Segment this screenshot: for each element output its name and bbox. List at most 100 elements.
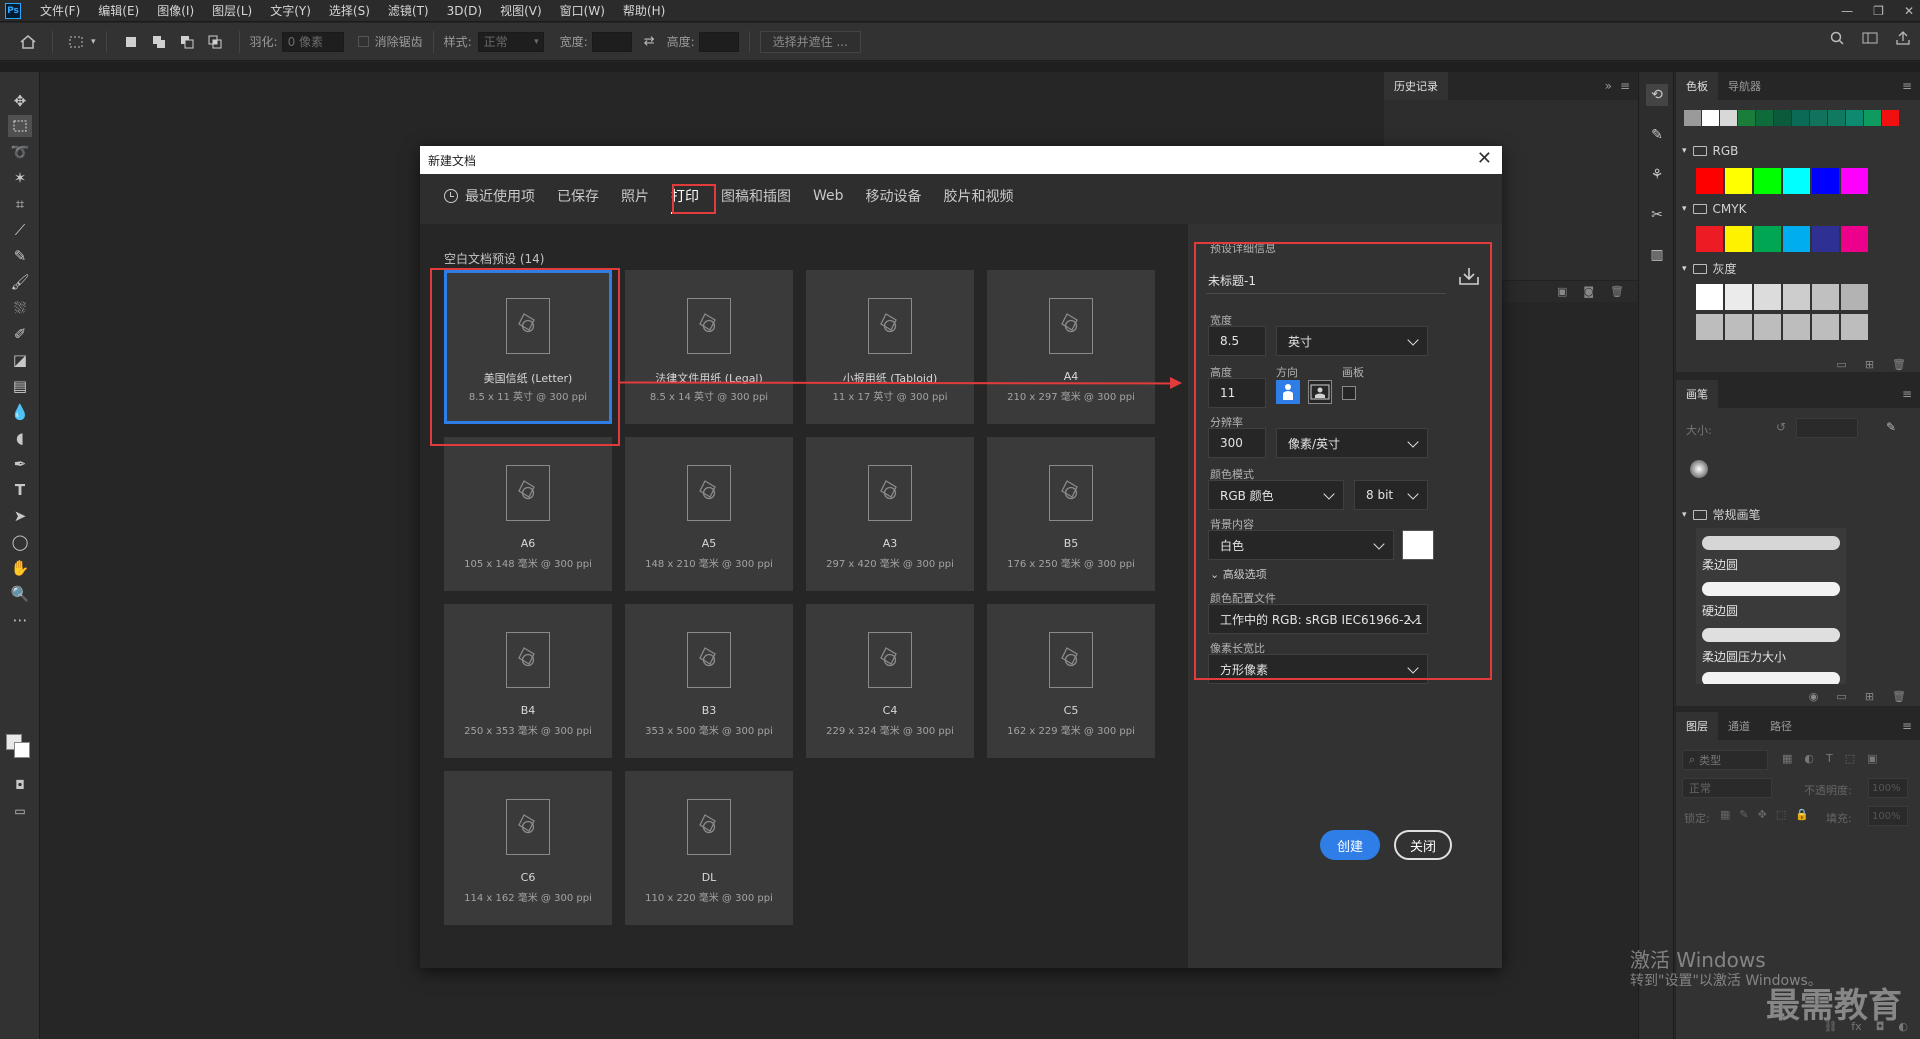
color-swatch[interactable] xyxy=(1864,110,1881,126)
toggle-preview-icon[interactable]: ◉ xyxy=(1809,690,1819,703)
menu-image[interactable]: 图像(I) xyxy=(148,2,203,19)
ellipse-tool-icon[interactable]: ◯ xyxy=(8,531,32,553)
color-swatch[interactable] xyxy=(1812,168,1839,194)
stamp-tool-icon[interactable]: ⛆ xyxy=(8,297,32,319)
history-brush-icon[interactable]: ✐ xyxy=(8,323,32,345)
color-swatch[interactable] xyxy=(1725,226,1752,252)
fill-input[interactable]: 100% xyxy=(1868,806,1908,826)
screen-mode-icon[interactable]: ▭ xyxy=(8,800,32,822)
eyedropper-icon[interactable]: ⟋ xyxy=(8,219,32,241)
menu-view[interactable]: 视图(V) xyxy=(491,2,551,19)
type-filter-icon[interactable]: T xyxy=(1826,752,1833,765)
menu-edit[interactable]: 编辑(E) xyxy=(89,2,148,19)
color-swatch[interactable] xyxy=(1720,110,1737,126)
antialias-checkbox[interactable] xyxy=(357,36,369,47)
color-swatch[interactable] xyxy=(1702,110,1719,126)
hand-tool-icon[interactable]: ✋ xyxy=(8,557,32,579)
preset-card[interactable]: B5 176 x 250 毫米 @ 300 ppi xyxy=(987,437,1155,591)
menu-layer[interactable]: 图层(L) xyxy=(203,2,261,19)
history-panel-icon[interactable]: ⟲ xyxy=(1646,84,1668,106)
feather-input[interactable]: 0 像素 xyxy=(281,31,344,52)
preset-card[interactable]: A3 297 x 420 毫米 @ 300 ppi xyxy=(806,437,974,591)
workspace-icon[interactable] xyxy=(1862,31,1878,48)
menu-3d[interactable]: 3D(D) xyxy=(438,4,491,18)
panel-menu-icon[interactable]: ≡ xyxy=(1902,79,1912,93)
preset-card[interactable]: A5 148 x 210 毫米 @ 300 ppi xyxy=(625,437,793,591)
menu-select[interactable]: 选择(S) xyxy=(320,2,379,19)
snapshot-camera-icon[interactable]: ◙ xyxy=(1583,285,1594,298)
zoom-tool-icon[interactable]: 🔍 xyxy=(8,583,32,605)
color-swatch[interactable] xyxy=(1783,284,1810,310)
close-icon[interactable]: ✕ xyxy=(1477,150,1492,168)
add-icon[interactable]: ⊞ xyxy=(1865,690,1874,703)
adjustment-filter-icon[interactable]: ◐ xyxy=(1804,752,1814,765)
color-swatch[interactable] xyxy=(1684,110,1701,126)
subtract-selection-icon[interactable] xyxy=(177,32,197,52)
color-swatch[interactable] xyxy=(1754,284,1781,310)
preset-card[interactable]: DL 110 x 220 毫米 @ 300 ppi xyxy=(625,771,793,925)
close-button[interactable]: 关闭 xyxy=(1394,830,1452,860)
preset-card[interactable]: B4 250 x 353 毫米 @ 300 ppi xyxy=(444,604,612,758)
color-swatch[interactable] xyxy=(1810,110,1827,126)
panel-menu-icon[interactable]: ≡ xyxy=(1902,719,1912,733)
tab-recent[interactable]: 最近使用项 xyxy=(444,174,535,218)
add-icon[interactable]: ⊞ xyxy=(1865,358,1874,372)
type-tool-icon[interactable]: T xyxy=(8,479,32,501)
tab-channels[interactable]: 通道 xyxy=(1718,712,1760,740)
color-swatch[interactable] xyxy=(1882,110,1899,126)
color-swatch[interactable] xyxy=(1696,284,1723,310)
tab-navigator[interactable]: 导航器 xyxy=(1718,72,1771,100)
dodge-tool-icon[interactable]: ◖ xyxy=(8,427,32,449)
minimize-button[interactable]: — xyxy=(1841,4,1853,18)
brush-item[interactable]: 柔边圆 xyxy=(1696,528,1846,574)
style-select[interactable]: 正常 ▾ xyxy=(477,31,544,52)
menu-filter[interactable]: 滤镜(T) xyxy=(379,2,438,19)
marquee-preset-icon[interactable] xyxy=(67,32,87,52)
share-icon[interactable] xyxy=(1896,31,1910,48)
tab-art-illustration[interactable]: 图稿和插图 xyxy=(721,174,791,218)
menu-help[interactable]: 帮助(H) xyxy=(614,2,674,19)
select-and-mask-button[interactable]: 选择并遮住 ... xyxy=(759,30,861,53)
preset-card[interactable]: C5 162 x 229 毫米 @ 300 ppi xyxy=(987,604,1155,758)
color-swatch[interactable] xyxy=(1846,110,1863,126)
swatch-group-gray[interactable]: ▾ 灰度 xyxy=(1682,260,1737,277)
color-swatch[interactable] xyxy=(1725,168,1752,194)
menu-window[interactable]: 窗口(W) xyxy=(551,2,614,19)
marquee-tool-icon[interactable] xyxy=(8,115,32,137)
lasso-tool-icon[interactable]: ➰ xyxy=(8,141,32,163)
color-swatch[interactable] xyxy=(1754,226,1781,252)
search-icon[interactable] xyxy=(1830,31,1844,48)
lock-position-icon[interactable]: ✥ xyxy=(1758,808,1767,821)
color-swatch[interactable] xyxy=(1774,110,1791,126)
layer-kind-filter[interactable]: ⌕ 类型 xyxy=(1682,750,1768,770)
new-document-from-state-icon[interactable]: ▣ xyxy=(1557,285,1567,298)
swap-icon[interactable]: ⇄ xyxy=(644,34,655,49)
pen-tool-icon[interactable]: ✒ xyxy=(8,453,32,475)
preset-card[interactable]: C4 229 x 324 毫米 @ 300 ppi xyxy=(806,604,974,758)
blur-tool-icon[interactable]: 💧 xyxy=(8,401,32,423)
color-swatch[interactable] xyxy=(1812,314,1839,340)
brush-size-input[interactable] xyxy=(1796,418,1858,438)
preset-card[interactable]: 法律文件用纸 (Legal) 8.5 x 14 英寸 @ 300 ppi xyxy=(625,270,793,424)
chevron-down-icon[interactable]: ▾ xyxy=(91,37,96,47)
color-swatch[interactable] xyxy=(1738,110,1755,126)
color-swatch[interactable] xyxy=(1841,168,1868,194)
shape-filter-icon[interactable]: ⬚ xyxy=(1845,752,1855,765)
height-input[interactable] xyxy=(698,31,739,52)
color-swatch[interactable] xyxy=(1812,284,1839,310)
tab-layers[interactable]: 图层 xyxy=(1676,712,1718,740)
tab-paths[interactable]: 路径 xyxy=(1760,712,1802,740)
tab-mobile[interactable]: 移动设备 xyxy=(866,174,922,218)
color-swatch[interactable] xyxy=(1696,314,1723,340)
preset-card[interactable]: B3 353 x 500 毫米 @ 300 ppi xyxy=(625,604,793,758)
tab-brushes[interactable]: 画笔 xyxy=(1676,380,1718,408)
swatch-group-cmyk[interactable]: ▾ CMYK xyxy=(1682,202,1746,216)
smart-filter-icon[interactable]: ▣ xyxy=(1867,752,1877,765)
intersect-selection-icon[interactable] xyxy=(205,32,225,52)
swatch-group-rgb[interactable]: ▾ RGB xyxy=(1682,144,1738,158)
brush-item[interactable]: 柔边圆压力大小 xyxy=(1696,620,1846,666)
magic-wand-icon[interactable]: ✶ xyxy=(8,167,32,189)
gradient-tool-icon[interactable]: ▤ xyxy=(8,375,32,397)
color-swatch[interactable] xyxy=(1812,226,1839,252)
trash-icon[interactable]: 🗑 xyxy=(1610,285,1624,298)
